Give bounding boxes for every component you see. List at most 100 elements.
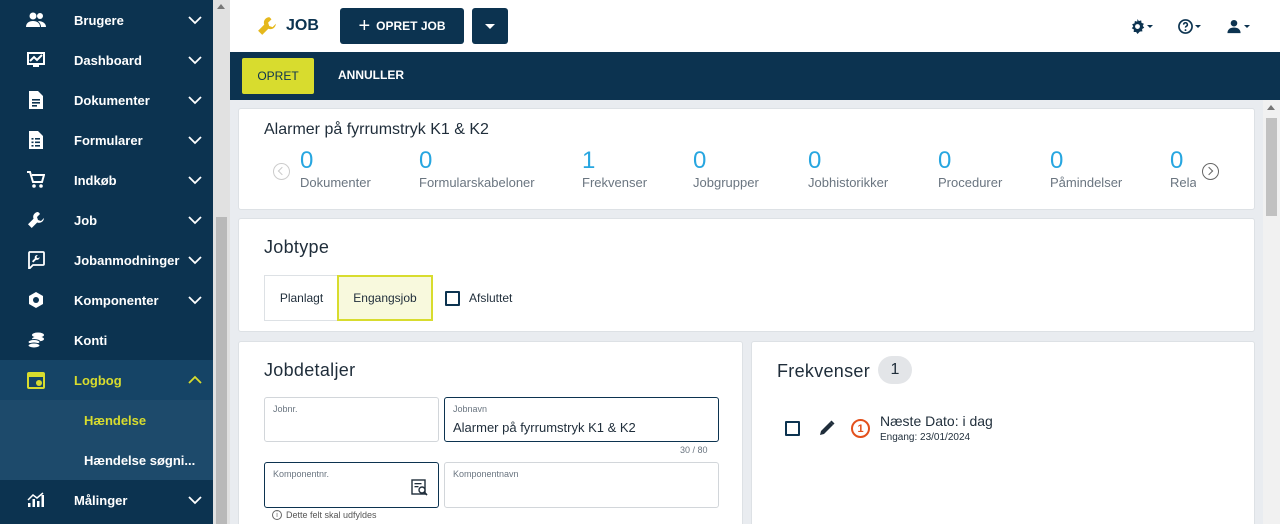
dashboard-icon	[26, 51, 46, 69]
sidebar-subitem-label: Hændelse	[84, 412, 147, 428]
main-scrollbar[interactable]	[1263, 100, 1280, 524]
frequencies-card: Frekvenser 1 1 Næste Dato: i dag Engang:…	[751, 341, 1255, 524]
field-value: Alarmer på fyrrumstryk K1 & K2	[453, 420, 636, 435]
stat-label: Rela	[1170, 175, 1196, 190]
caret-down-icon	[1147, 24, 1153, 28]
scroll-up-arrow-icon[interactable]	[1267, 105, 1275, 110]
stat-value: 0	[938, 147, 952, 174]
frequency-subtitle: Engang: 23/01/2024	[880, 432, 971, 443]
stat-value: 0	[1050, 147, 1064, 174]
stat-relations[interactable]: 0 Rela	[1170, 147, 1196, 190]
sidebar-subitem-event-search[interactable]: Hændelse søgni...	[0, 440, 213, 480]
coins-icon	[26, 331, 46, 349]
sidebar-item-label: Logbog	[74, 372, 122, 388]
stat-procedures[interactable]: 0 Procedurer	[938, 147, 1002, 190]
action-bar: OPRET ANNULLER	[230, 52, 1280, 100]
sidebar-item-documents[interactable]: Dokumenter	[0, 80, 213, 120]
sidebar-item-label: Komponenter	[74, 292, 159, 308]
sidebar-item-components[interactable]: Komponenter	[0, 280, 213, 320]
stat-frequencies[interactable]: 1 Frekvenser	[582, 147, 647, 190]
field-label: Komponentnavn	[453, 469, 519, 479]
sidebar-item-label: Dokumenter	[74, 92, 150, 108]
sidebar-item-label: Formularer	[74, 132, 143, 148]
job-name-counter: 30 / 80	[680, 445, 708, 455]
job-number-field[interactable]: Jobnr.	[264, 397, 439, 442]
create-button[interactable]: OPRET	[242, 58, 314, 94]
chart-icon	[26, 491, 46, 509]
chevron-up-icon	[188, 375, 202, 384]
component-icon	[26, 291, 46, 309]
jobtype-card: Jobtype Planlagt Engangsjob Afsluttet	[238, 218, 1255, 332]
carousel-next-icon[interactable]	[1202, 163, 1219, 180]
stat-form-templates[interactable]: 0 Formularskabeloner	[419, 147, 535, 190]
component-number-field[interactable]: Komponentnr.	[264, 462, 439, 508]
stat-label: Procedurer	[938, 175, 1003, 190]
sidebar-item-job[interactable]: Job	[0, 200, 213, 240]
sidebar-item-label: Målinger	[74, 492, 128, 508]
field-label: Jobnavn	[453, 404, 488, 414]
scrollbar-thumb[interactable]	[216, 217, 227, 524]
required-hint-text: Dette felt skal udfyldes	[286, 510, 377, 520]
frequencies-title: Frekvenser	[777, 361, 871, 381]
sidebar-item-label: Indkøb	[74, 172, 117, 188]
sidebar-item-dashboard[interactable]: Dashboard	[0, 40, 213, 80]
create-job-label: OPRET JOB	[376, 19, 446, 33]
sidebar-item-purchasing[interactable]: Indkøb	[0, 160, 213, 200]
info-icon: i	[272, 510, 282, 520]
scrollbar-thumb[interactable]	[1266, 118, 1277, 216]
stat-value: 0	[1170, 147, 1184, 174]
document-icon	[26, 91, 46, 109]
wrench-icon	[26, 211, 46, 229]
help-button[interactable]	[1178, 16, 1201, 36]
jobtype-option-one-time[interactable]: Engangsjob	[337, 275, 433, 321]
stat-label: Dokumenter	[300, 175, 371, 190]
closed-label: Afsluttet	[469, 291, 513, 305]
top-bar: JOB + OPRET JOB	[230, 0, 1280, 52]
sidebar-subitem-label: Hændelse søgni...	[84, 452, 196, 468]
plus-icon: +	[358, 15, 371, 37]
jobtype-option-planned[interactable]: Planlagt	[264, 275, 338, 321]
stat-label: Jobgrupper	[693, 175, 759, 190]
field-label: Jobnr.	[273, 404, 298, 414]
user-menu-button[interactable]	[1226, 16, 1250, 36]
carousel-prev-icon[interactable]	[273, 163, 290, 180]
stat-reminders[interactable]: 0 Påmindelser	[1050, 147, 1122, 190]
scroll-up-arrow-icon[interactable]	[217, 4, 225, 9]
frequency-select-checkbox[interactable]	[785, 421, 800, 436]
sidebar-item-measurements[interactable]: Målinger	[0, 480, 213, 520]
stat-job-histories[interactable]: 0 Jobhistorikker	[808, 147, 888, 190]
edit-pencil-icon[interactable]	[819, 420, 835, 436]
component-name-field[interactable]: Komponentnavn	[444, 462, 719, 508]
sidebar-subitem-event[interactable]: Hændelse	[0, 400, 213, 440]
create-job-button[interactable]: + OPRET JOB	[340, 8, 464, 44]
stat-value: 0	[419, 147, 433, 174]
sidebar-item-logbook[interactable]: Logbog	[0, 360, 213, 400]
stat-documents[interactable]: 0 Dokumenter	[300, 147, 371, 190]
stat-value: 0	[693, 147, 707, 174]
sidebar-item-users[interactable]: Brugere	[0, 0, 213, 40]
job-name-field[interactable]: Jobnavn Alarmer på fyrrumstryk K1 & K2	[444, 397, 719, 442]
chevron-down-icon	[188, 176, 202, 185]
stat-job-groups[interactable]: 0 Jobgrupper	[693, 147, 759, 190]
chevron-down-icon	[188, 136, 202, 145]
wrench-icon	[256, 16, 278, 41]
job-details-title: Jobdetaljer	[264, 360, 356, 380]
stat-label: Påmindelser	[1050, 175, 1123, 190]
create-job-dropdown-button[interactable]	[472, 8, 508, 44]
sidebar-item-forms[interactable]: Formularer	[0, 120, 213, 160]
cancel-button[interactable]: ANNULLER	[338, 68, 404, 82]
required-hint: i Dette felt skal udfyldes	[272, 510, 377, 520]
sidebar-item-accounts[interactable]: Konti	[0, 320, 213, 360]
chevron-down-icon	[188, 256, 202, 265]
sidebar-scrollbar[interactable]	[213, 0, 230, 524]
settings-button[interactable]	[1130, 16, 1153, 36]
closed-checkbox[interactable]	[445, 291, 460, 306]
form-icon	[26, 131, 46, 149]
cart-icon	[26, 171, 46, 189]
chevron-down-icon	[188, 56, 202, 65]
job-summary-card: Alarmer på fyrrumstryk K1 & K2 0 Dokumen…	[238, 108, 1255, 210]
sidebar-item-job-requests[interactable]: Jobanmodninger	[0, 240, 213, 280]
job-summary-title: Alarmer på fyrrumstryk K1 & K2	[264, 121, 489, 138]
sidebar-item-label: Jobanmodninger	[74, 252, 180, 268]
search-list-icon[interactable]	[411, 479, 429, 496]
